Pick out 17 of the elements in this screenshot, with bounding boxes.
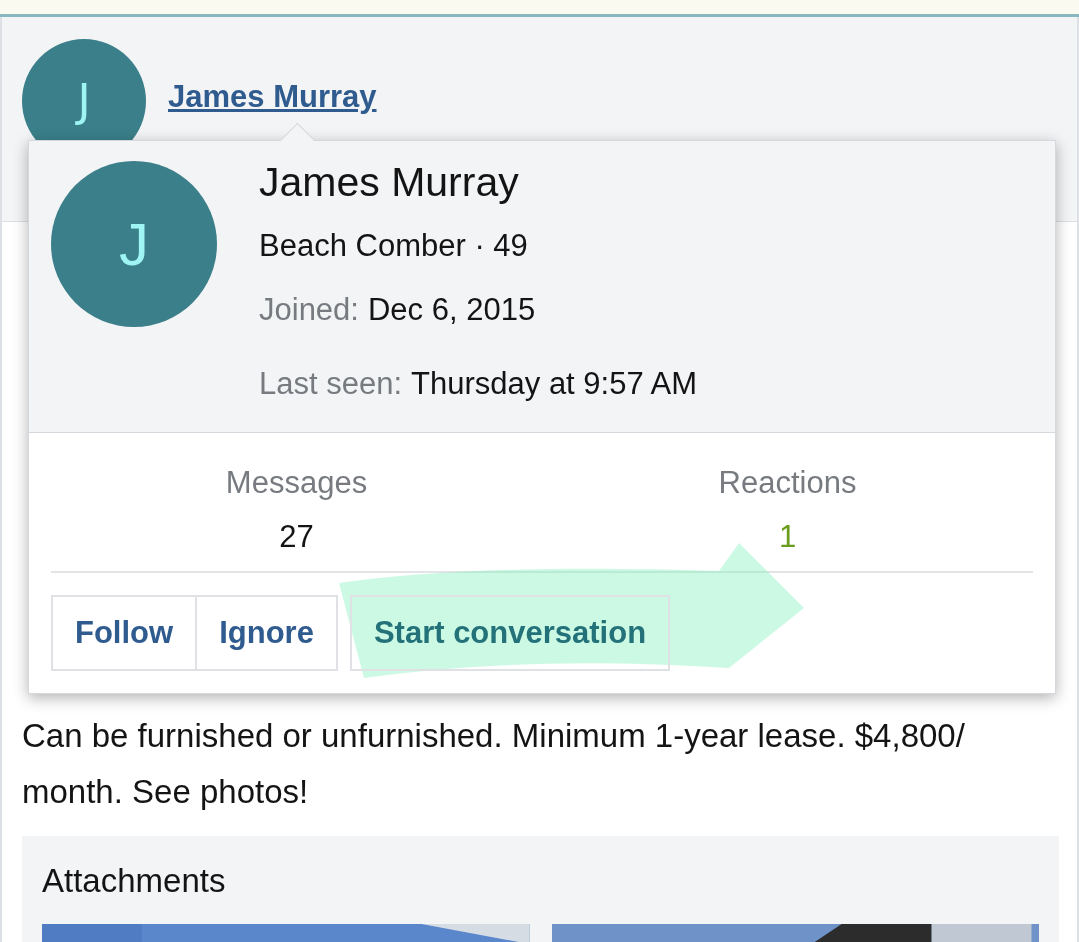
action-button[interactable]: Follow bbox=[51, 595, 198, 671]
user-title: Beach Comber · 49 bbox=[259, 228, 529, 264]
stat-value: 1 bbox=[778, 519, 797, 555]
detail-label: Joined: bbox=[259, 292, 359, 328]
profile-name: James Murray bbox=[259, 159, 520, 206]
stat-label: Messages bbox=[225, 465, 368, 501]
detail-label: Last seen: bbox=[259, 366, 403, 402]
post-text: Can be furnished or unfurnished. Minimum 1-year lease. $4,800/ month. See photos! bbox=[21, 716, 966, 812]
conversation-button[interactable]: Start conversation bbox=[349, 595, 671, 671]
username-link[interactable]: James Murray bbox=[168, 79, 377, 115]
avatar: J bbox=[51, 161, 217, 327]
stat-label: Reactions bbox=[718, 465, 857, 501]
detail-value: Dec 6, 2015 bbox=[367, 292, 536, 328]
action-button[interactable]: Ignore bbox=[197, 595, 338, 671]
detail-value: Thursday at 9:57 AM bbox=[411, 366, 698, 402]
stat-value: 27 bbox=[279, 519, 314, 555]
attachments-title: Attachments bbox=[42, 862, 227, 900]
